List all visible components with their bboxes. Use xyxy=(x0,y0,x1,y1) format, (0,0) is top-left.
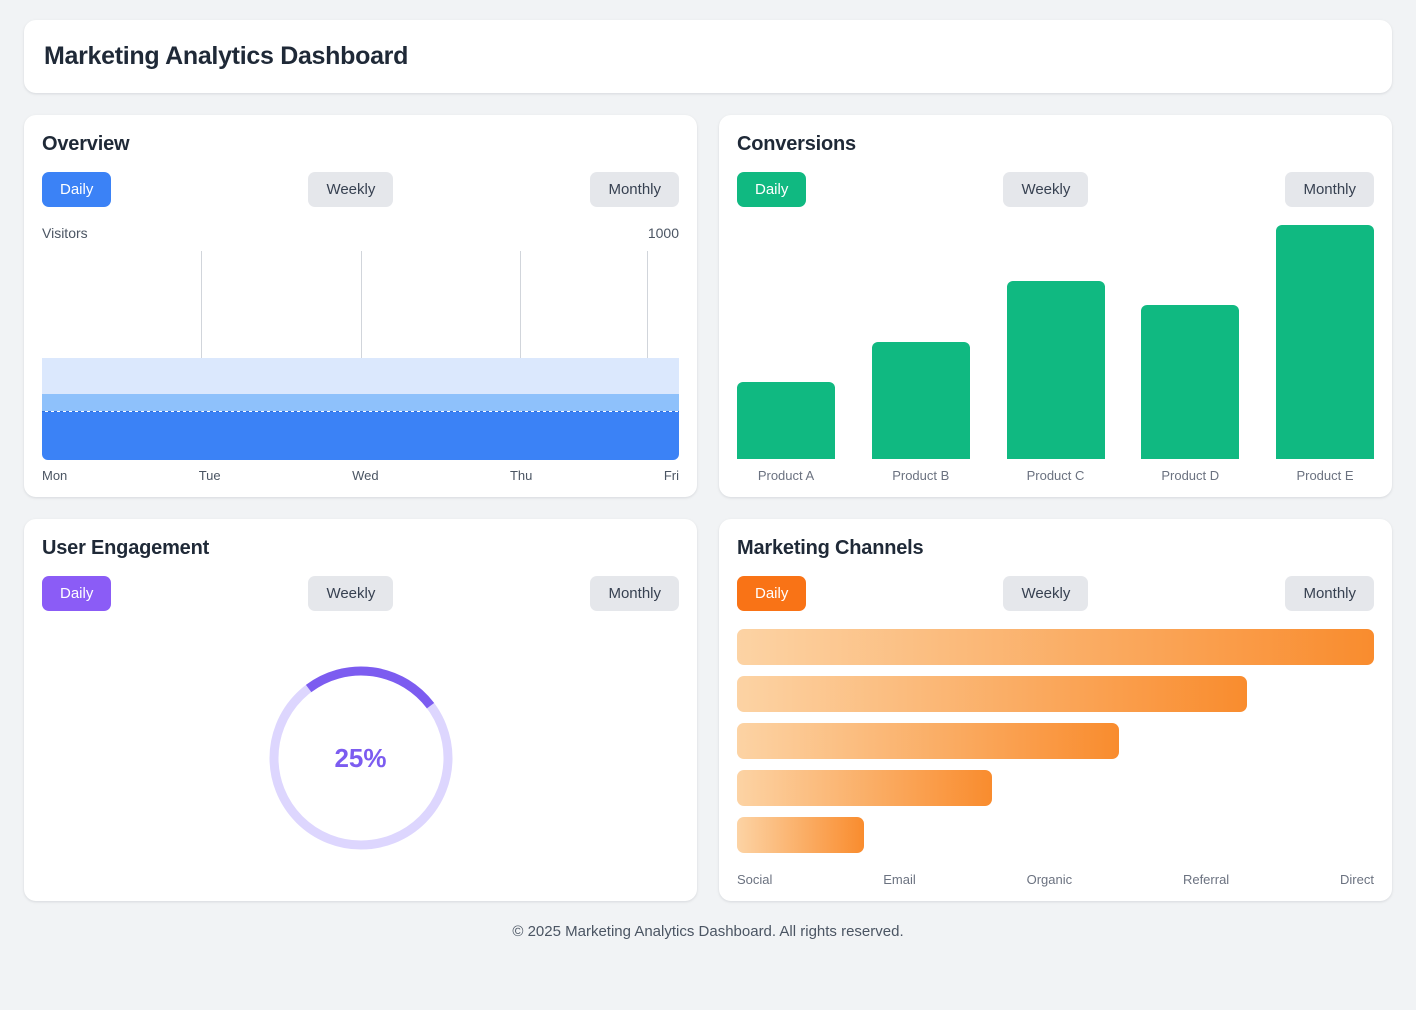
overview-stacked-bands xyxy=(42,358,679,460)
conversions-bars xyxy=(737,225,1374,459)
bar-social xyxy=(737,629,1374,665)
bar-column xyxy=(1007,225,1105,459)
tab-conversions-weekly[interactable]: Weekly xyxy=(1003,172,1088,207)
card-user-engagement: User Engagement Daily Weekly Monthly 25% xyxy=(24,519,697,901)
tab-channels-daily[interactable]: Daily xyxy=(737,576,806,611)
tab-overview-monthly[interactable]: Monthly xyxy=(590,172,679,207)
overview-area-chart: Visitors 1000 xyxy=(42,225,679,483)
tab-engagement-weekly[interactable]: Weekly xyxy=(308,576,393,611)
cards-grid: Overview Daily Weekly Monthly Visitors 1… xyxy=(24,115,1392,901)
bar-organic xyxy=(737,723,1119,759)
tab-engagement-monthly[interactable]: Monthly xyxy=(590,576,679,611)
x-tick-social: Social xyxy=(737,872,772,887)
card-overview: Overview Daily Weekly Monthly Visitors 1… xyxy=(24,115,697,497)
x-tick-fri: Fri xyxy=(664,468,679,483)
x-tick-referral: Referral xyxy=(1183,872,1229,887)
tabs-channels: Daily Weekly Monthly xyxy=(737,576,1374,611)
bar-product-e xyxy=(1276,225,1374,459)
overview-max-label: 1000 xyxy=(648,225,679,241)
channels-x-axis: Social Email Organic Referral Direct xyxy=(737,872,1374,887)
x-tick-direct: Direct xyxy=(1340,872,1374,887)
area-band-strong xyxy=(42,412,679,460)
dashboard-page: Marketing Analytics Dashboard Overview D… xyxy=(0,0,1416,1010)
card-title-user-engagement: User Engagement xyxy=(42,537,679,560)
conversions-x-axis: Product A Product B Product C Product D … xyxy=(737,468,1374,483)
tab-conversions-monthly[interactable]: Monthly xyxy=(1285,172,1374,207)
card-conversions: Conversions Daily Weekly Monthly Product… xyxy=(719,115,1392,497)
x-tick-product-d: Product D xyxy=(1141,468,1239,483)
bar-product-c xyxy=(1007,281,1105,459)
overview-chart-header: Visitors 1000 xyxy=(42,225,679,241)
bar-product-a xyxy=(737,382,835,459)
bar-direct xyxy=(737,817,864,853)
tab-engagement-daily[interactable]: Daily xyxy=(42,576,111,611)
tabs-engagement: Daily Weekly Monthly xyxy=(42,576,679,611)
tabs-conversions: Daily Weekly Monthly xyxy=(737,172,1374,207)
tabs-overview: Daily Weekly Monthly xyxy=(42,172,679,207)
header-card: Marketing Analytics Dashboard xyxy=(24,20,1392,93)
bar-column xyxy=(737,225,835,459)
x-tick-tue: Tue xyxy=(199,468,221,483)
donut: 25% xyxy=(267,664,455,852)
x-tick-product-b: Product B xyxy=(872,468,970,483)
channels-bar-chart: Social Email Organic Referral Direct xyxy=(737,629,1374,887)
page-title: Marketing Analytics Dashboard xyxy=(44,42,1372,71)
x-tick-thu: Thu xyxy=(510,468,532,483)
bar-email xyxy=(737,676,1247,712)
x-tick-organic: Organic xyxy=(1027,872,1073,887)
conversions-bar-chart: Product A Product B Product C Product D … xyxy=(737,225,1374,483)
tab-overview-weekly[interactable]: Weekly xyxy=(308,172,393,207)
overview-series-label: Visitors xyxy=(42,225,88,241)
card-title-overview: Overview xyxy=(42,133,679,156)
area-band-medium xyxy=(42,394,679,411)
bar-referral xyxy=(737,770,992,806)
area-band-light xyxy=(42,358,679,394)
card-title-conversions: Conversions xyxy=(737,133,1374,156)
card-title-marketing-channels: Marketing Channels xyxy=(737,537,1374,560)
x-tick-product-c: Product C xyxy=(1007,468,1105,483)
overview-x-axis: Mon Tue Wed Thu Fri xyxy=(42,468,679,483)
channels-bars xyxy=(737,629,1374,862)
tab-conversions-daily[interactable]: Daily xyxy=(737,172,806,207)
bar-column xyxy=(1276,225,1374,459)
footer: © 2025 Marketing Analytics Dashboard. Al… xyxy=(24,901,1392,940)
x-tick-product-e: Product E xyxy=(1276,468,1374,483)
bar-column xyxy=(872,225,970,459)
bar-product-d xyxy=(1141,305,1239,459)
x-tick-product-a: Product A xyxy=(737,468,835,483)
bar-product-b xyxy=(872,342,970,459)
bar-column xyxy=(1141,225,1239,459)
x-tick-wed: Wed xyxy=(352,468,379,483)
overview-plot-area xyxy=(42,251,679,460)
engagement-donut-chart: 25% xyxy=(42,629,679,887)
x-tick-email: Email xyxy=(883,872,916,887)
tab-channels-monthly[interactable]: Monthly xyxy=(1285,576,1374,611)
tab-channels-weekly[interactable]: Weekly xyxy=(1003,576,1088,611)
donut-percentage: 25% xyxy=(267,664,455,852)
tab-overview-daily[interactable]: Daily xyxy=(42,172,111,207)
card-marketing-channels: Marketing Channels Daily Weekly Monthly … xyxy=(719,519,1392,901)
x-tick-mon: Mon xyxy=(42,468,67,483)
